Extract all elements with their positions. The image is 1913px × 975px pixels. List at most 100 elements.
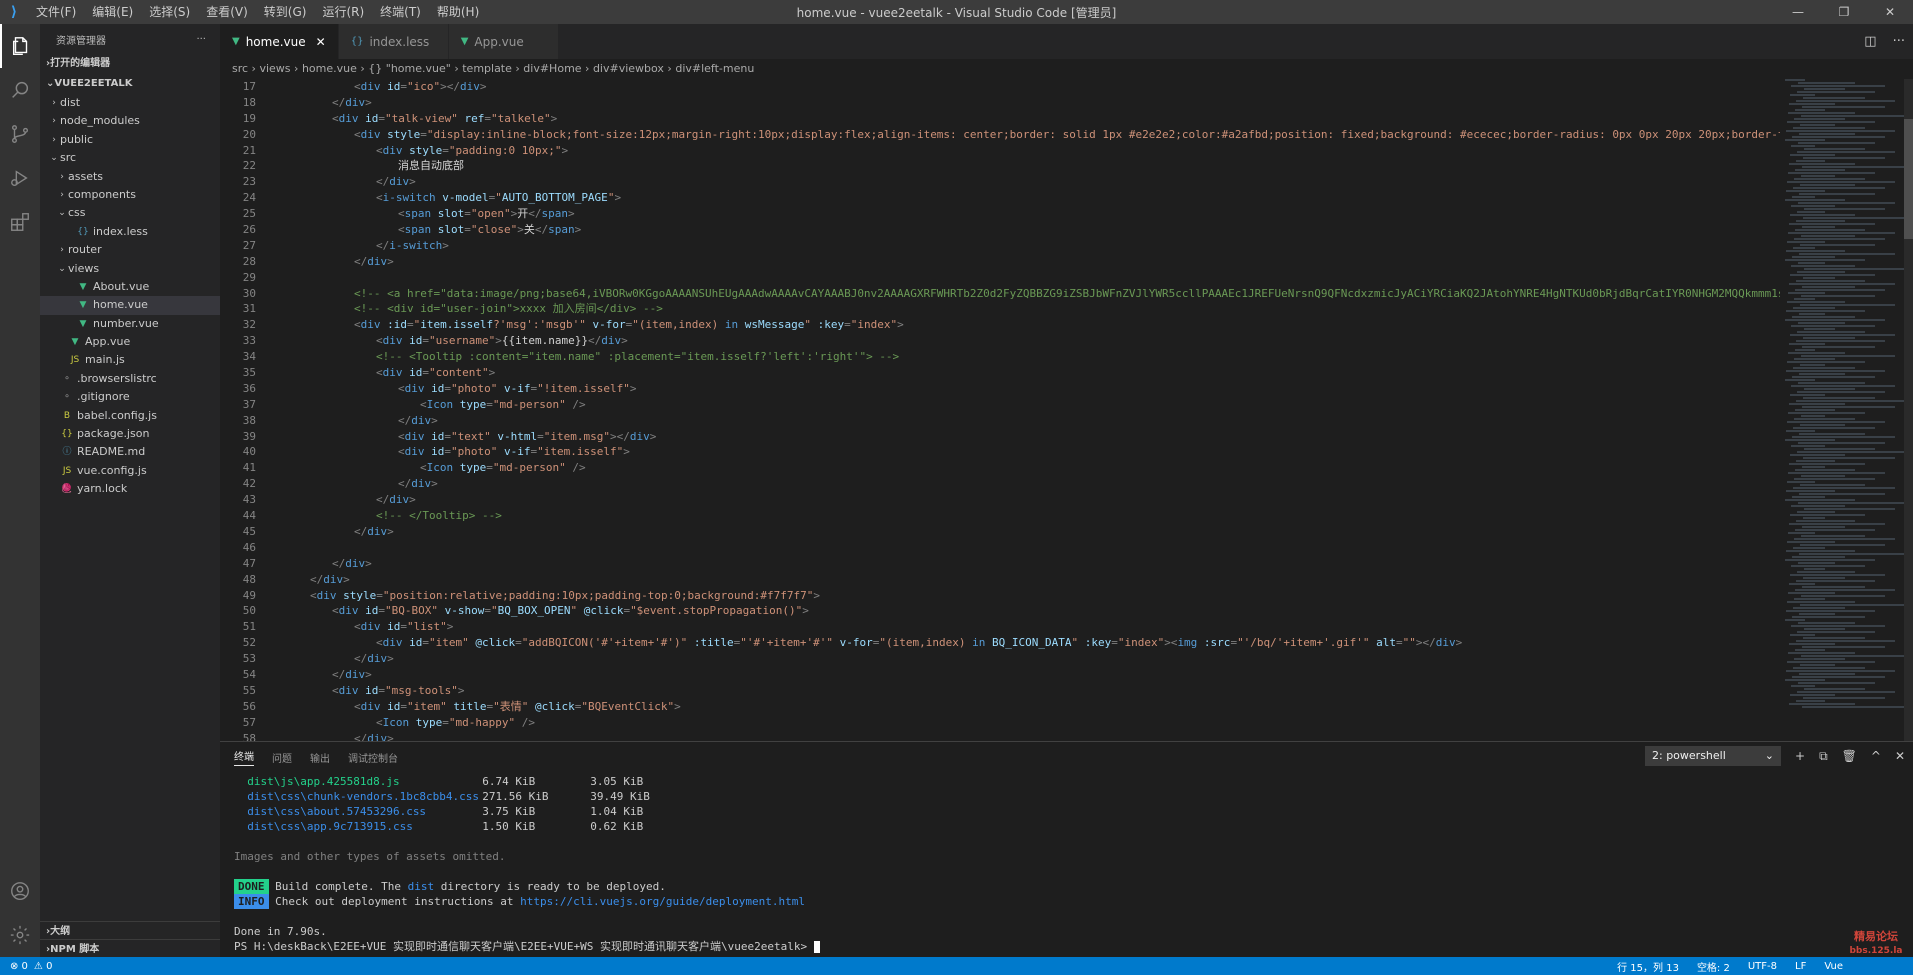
tree-item-label: main.js [85, 353, 125, 367]
tree-item[interactable]: ⚬ .browserslistrc [40, 370, 220, 388]
deployment-link[interactable]: https://cli.vuejs.org/guide/deployment.h… [520, 895, 805, 908]
extensions-icon[interactable] [0, 200, 40, 244]
tree-item[interactable]: {} package.json [40, 425, 220, 443]
explorer-icon[interactable] [0, 24, 40, 68]
panel-tab-0[interactable]: 终端 [234, 748, 254, 766]
panel-tab-1[interactable]: 问题 [272, 750, 292, 765]
code-line: 55 <div id="msg-tools"> [220, 683, 1780, 699]
tree-item[interactable]: › components [40, 186, 220, 204]
breadcrumb-item[interactable]: src [232, 62, 248, 75]
open-editors-section[interactable]: ›打开的编辑器 [40, 54, 220, 74]
menu-item-3[interactable]: 查看(V) [198, 0, 256, 24]
more-actions-button[interactable]: ··· [196, 34, 206, 45]
breadcrumb-item[interactable]: {} "home.vue" [368, 62, 451, 75]
line-number: 50 [242, 604, 256, 618]
code-view[interactable]: 17 <div id="ico"></div> 18 </div> 19 <div id=… [220, 79, 1780, 741]
close-window-button[interactable]: ✕ [1867, 0, 1913, 24]
errors-count[interactable]: ⊗ 0 [10, 961, 28, 972]
menu-item-5[interactable]: 运行(R) [314, 0, 372, 24]
menu-item-2[interactable]: 选择(S) [141, 0, 198, 24]
breadcrumb-item[interactable]: div#Home [523, 62, 581, 75]
project-section[interactable]: ⌄VUEE2EETALK [40, 74, 220, 94]
tree-item[interactable]: ▼ About.vue [40, 278, 220, 296]
tree-item[interactable]: 🧶 yarn.lock [40, 480, 220, 498]
tree-item[interactable]: › public [40, 131, 220, 149]
babel-file-icon: B [63, 410, 71, 421]
tree-item[interactable]: ⌄ src [40, 149, 220, 167]
menu-item-7[interactable]: 帮助(H) [429, 0, 487, 24]
line-ending[interactable]: LF [1795, 961, 1806, 972]
tree-item[interactable]: Bbabel.config.js [40, 407, 220, 425]
maximize-panel-button[interactable]: ^ [1871, 749, 1881, 763]
search-icon[interactable] [0, 68, 40, 112]
code-line: 25 <span slot="open">开</span> [220, 206, 1780, 222]
tree-item-label: .gitignore [77, 390, 130, 404]
terminal-output[interactable]: dist\js\app.425581d8.js 6.74 KiB 3.05 KiB … [234, 774, 820, 954]
breadcrumb-item[interactable]: views [259, 62, 290, 75]
language-mode[interactable]: Vue [1824, 961, 1843, 972]
menu-item-1[interactable]: 编辑(E) [84, 0, 141, 24]
menu-item-4[interactable]: 转到(G) [256, 0, 315, 24]
encoding[interactable]: UTF-8 [1748, 961, 1777, 972]
code-line: 28 </div> [220, 254, 1780, 270]
tree-item[interactable]: ⌄ views [40, 260, 220, 278]
breadcrumb-item[interactable]: div#left-menu [675, 62, 754, 75]
tree-item[interactable]: › node_modules [40, 112, 220, 130]
run-debug-icon[interactable] [0, 156, 40, 200]
line-number: 21 [242, 143, 256, 157]
close-panel-button[interactable]: ✕ [1895, 749, 1905, 763]
code-line: 38 </div> [220, 413, 1780, 429]
panel-tab-2[interactable]: 输出 [310, 750, 330, 765]
tree-item[interactable]: {} index.less [40, 223, 220, 241]
indentation[interactable]: 空格: 2 [1697, 959, 1730, 974]
maximize-button[interactable]: ❐ [1821, 0, 1867, 24]
terminal-select[interactable]: 2: powershell ⌄ [1645, 746, 1781, 766]
tab-home-vue[interactable]: ▼ home.vue ✕ [220, 24, 339, 59]
panel-tab-3[interactable]: 调试控制台 [348, 750, 398, 765]
code-line: 50 <div id="BQ-BOX" v-show="BQ_BOX_OPEN" … [220, 603, 1780, 619]
breadcrumb-item[interactable]: home.vue [302, 62, 357, 75]
breadcrumb-item[interactable]: div#viewbox [593, 62, 664, 75]
line-number: 52 [242, 636, 256, 650]
menu-item-0[interactable]: 文件(F) [28, 0, 84, 24]
split-editor-icon[interactable]: ◫ [1864, 34, 1876, 49]
account-icon[interactable] [0, 869, 40, 913]
kill-terminal-icon[interactable]: 🗑 [1842, 749, 1857, 763]
editor-scrollbar[interactable] [1904, 79, 1913, 741]
chevron-down-icon: ⌄ [50, 153, 58, 164]
tree-item[interactable]: › router [40, 241, 220, 259]
terminal-prompt[interactable]: PS H:\deskBack\E2EE+VUE 实现即时通信聊天客户端\E2EE… [234, 939, 820, 954]
tree-item[interactable]: ▼ home.vue [40, 296, 220, 315]
tree-item[interactable]: ⓘ README.md [40, 443, 220, 461]
minimap[interactable] [1785, 79, 1905, 741]
js-file-icon: JS [70, 355, 80, 366]
cursor-position[interactable]: 行 15，列 13 [1617, 959, 1679, 974]
tree-item[interactable]: ⌄ css [40, 204, 220, 222]
new-terminal-button[interactable]: + [1795, 749, 1805, 763]
minimize-button[interactable]: — [1775, 0, 1821, 24]
code-line: 58 </div> [220, 731, 1780, 741]
tree-item[interactable]: ⚬ .gitignore [40, 388, 220, 406]
tree-item[interactable]: JS vue.config.js [40, 462, 220, 480]
breadcrumb-item[interactable]: template [462, 62, 512, 75]
tree-item-label: router [68, 243, 102, 257]
source-control-icon[interactable] [0, 112, 40, 156]
tree-item[interactable]: ▼ number.vue [40, 315, 220, 333]
tree-item-label: assets [68, 169, 104, 183]
chevron-right-icon: › [60, 189, 64, 200]
tree-item[interactable]: › dist [40, 94, 220, 112]
tab-index-less[interactable]: {} index.less [338, 24, 449, 59]
tree-item[interactable]: › assets [40, 168, 220, 186]
settings-gear-icon[interactable] [0, 913, 40, 957]
tree-item[interactable]: JS main.js [40, 351, 220, 369]
menu-item-6[interactable]: 终端(T) [372, 0, 429, 24]
tab-app-vue[interactable]: ▼ App.vue [448, 24, 559, 59]
warnings-count[interactable]: ⚠ 0 [34, 961, 53, 972]
tree-item[interactable]: ▼ App.vue [40, 333, 220, 351]
lock-file-icon: 🧶 [61, 484, 73, 495]
split-terminal-button[interactable]: ⧉ [1819, 749, 1828, 764]
close-tab-icon[interactable]: ✕ [316, 35, 326, 49]
line-number: 39 [242, 429, 256, 443]
terminal-panel: 终端 问题 输出 调试控制台 2: powershell ⌄ + ⧉ 🗑 ^ ✕ dis… [220, 741, 1913, 957]
editor-more-icon[interactable]: ··· [1893, 34, 1905, 49]
